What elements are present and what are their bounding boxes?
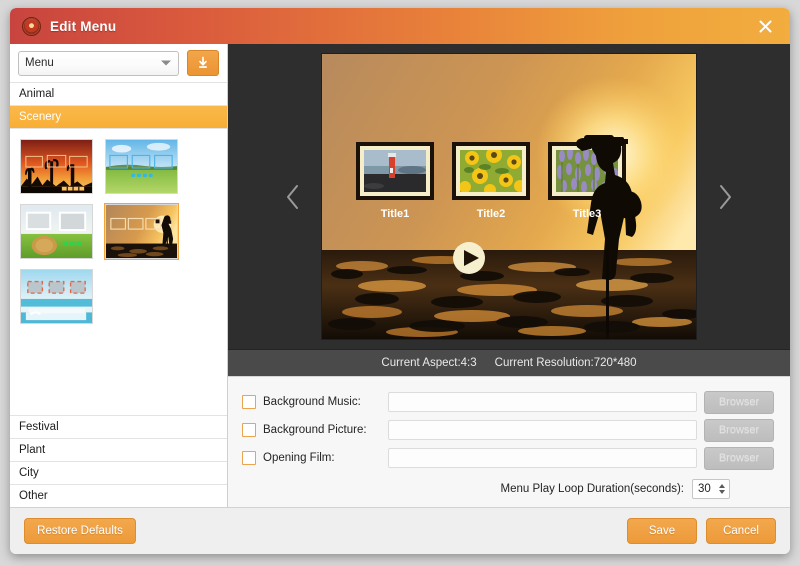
background-music-checkbox[interactable] <box>242 395 256 409</box>
sidebar-item-scenery[interactable]: Scenery <box>10 105 227 128</box>
template-thumb-hay-meadow[interactable] <box>20 204 93 259</box>
download-icon <box>196 56 210 70</box>
template-thumb-desert-sunset[interactable] <box>20 139 93 194</box>
current-aspect-label: Current Aspect:4:3 <box>381 357 476 369</box>
background-picture-checkbox[interactable] <box>242 423 256 437</box>
category-list-bottom: Festival Plant City Other <box>10 415 227 507</box>
sidebar-item-label: Animal <box>19 88 54 100</box>
sidebar-item-animal[interactable]: Animal <box>10 82 227 105</box>
svg-text:Title3: Title3 <box>573 208 602 220</box>
template-thumb-photographer-sunset[interactable] <box>105 204 178 259</box>
menu-stage[interactable]: Title1 Title2 Title3 <box>322 54 696 339</box>
window-title: Edit Menu <box>50 19 116 34</box>
sidebar-item-label: Other <box>19 490 48 502</box>
background-music-label: Background Music: <box>263 396 381 408</box>
sidebar-item-label: Plant <box>19 444 45 456</box>
background-music-row: Background Music: Browser <box>242 391 774 413</box>
opening-film-checkbox[interactable] <box>242 451 256 465</box>
restore-defaults-button[interactable]: Restore Defaults <box>24 518 136 544</box>
sidebar-item-festival[interactable]: Festival <box>10 415 227 438</box>
template-thumbnail-grid <box>10 128 227 415</box>
background-music-input[interactable] <box>388 392 697 412</box>
sidebar-item-city[interactable]: City <box>10 461 227 484</box>
chevron-left-icon[interactable] <box>280 177 306 217</box>
menu-type-value: Menu <box>25 57 54 69</box>
template-sidebar: Menu Animal Scenery <box>10 44 228 507</box>
chevron-right-icon[interactable] <box>712 177 738 217</box>
opening-film-input[interactable] <box>388 448 697 468</box>
menu-picker-row: Menu <box>10 44 227 82</box>
sidebar-item-label: Festival <box>19 421 59 433</box>
background-music-browse-button[interactable]: Browser <box>704 391 774 414</box>
stepper-arrows-icon[interactable] <box>719 484 725 494</box>
menu-type-dropdown[interactable]: Menu <box>18 51 179 76</box>
loop-duration-stepper[interactable]: 30 <box>692 479 730 499</box>
current-resolution-label: Current Resolution:720*480 <box>495 357 637 369</box>
background-picture-label: Background Picture: <box>263 424 381 436</box>
sidebar-item-label: Scenery <box>19 111 61 123</box>
loop-duration-value: 30 <box>698 483 711 495</box>
template-thumb-beach-poolside[interactable] <box>20 269 93 324</box>
status-bar: Current Aspect:4:3 Current Resolution:72… <box>228 349 790 376</box>
loop-duration-row: Menu Play Loop Duration(seconds): 30 <box>242 479 774 499</box>
sidebar-item-plant[interactable]: Plant <box>10 438 227 461</box>
svg-text:Title2: Title2 <box>477 208 506 220</box>
sidebar-item-label: City <box>19 467 39 479</box>
menu-preview-area: Title1 Title2 Title3 <box>228 44 790 349</box>
dialog-footer: Restore Defaults Save Cancel <box>10 507 790 554</box>
title-bar: Edit Menu <box>10 8 790 44</box>
menu-options-form: Background Music: Browser Background Pic… <box>228 376 790 507</box>
opening-film-label: Opening Film: <box>263 452 381 464</box>
chevron-down-icon <box>161 61 171 66</box>
edit-menu-dialog: Edit Menu Menu <box>10 8 790 554</box>
sidebar-item-other[interactable]: Other <box>10 484 227 507</box>
cancel-button[interactable]: Cancel <box>706 518 776 544</box>
template-thumb-green-field[interactable] <box>105 139 178 194</box>
background-picture-input[interactable] <box>388 420 697 440</box>
category-list-top: Animal Scenery <box>10 82 227 128</box>
opening-film-row: Opening Film: Browser <box>242 447 774 469</box>
svg-text:Title1: Title1 <box>381 208 410 220</box>
dialog-body: Menu Animal Scenery <box>10 44 790 507</box>
background-picture-row: Background Picture: Browser <box>242 419 774 441</box>
loop-duration-label: Menu Play Loop Duration(seconds): <box>501 483 684 495</box>
app-logo-icon <box>22 17 41 36</box>
opening-film-browse-button[interactable]: Browser <box>704 447 774 470</box>
close-icon[interactable] <box>752 13 778 39</box>
download-templates-button[interactable] <box>187 50 219 76</box>
save-button[interactable]: Save <box>627 518 697 544</box>
background-picture-browse-button[interactable]: Browser <box>704 419 774 442</box>
preview-panel: Title1 Title2 Title3 C <box>228 44 790 507</box>
footer-actions: Save Cancel <box>627 518 776 544</box>
